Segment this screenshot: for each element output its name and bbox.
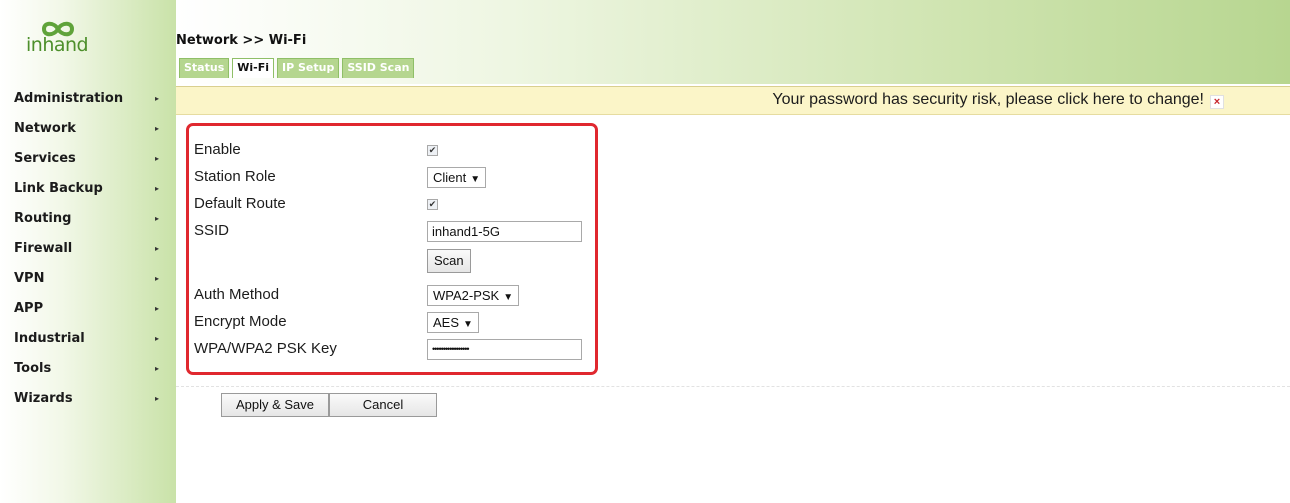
sidebar-item-label: Wizards [14, 391, 73, 406]
tab-ip-setup[interactable]: IP Setup [277, 58, 340, 78]
security-warning-link[interactable]: Your password has security risk, please … [772, 91, 1204, 109]
station-role-value: Client [433, 170, 467, 185]
auth-method-label: Auth Method [194, 286, 280, 303]
chevron-down-icon: ▼ [503, 292, 514, 303]
sidebar-item-label: VPN [14, 271, 45, 286]
enable-row: Enable ✔ [194, 136, 594, 162]
tab-bar: Status Wi-Fi IP Setup SSID Scan [179, 58, 417, 78]
security-warning-banner: Your password has security risk, please … [176, 86, 1290, 115]
main-menu: Administration ▸ Network ▸ Services ▸ Link … [0, 86, 176, 416]
ssid-input[interactable]: inhand1-5G [427, 221, 582, 242]
sidebar-item-administration[interactable]: Administration ▸ [0, 86, 176, 116]
sidebar-item-industrial[interactable]: Industrial ▸ [0, 326, 176, 356]
sidebar-item-app[interactable]: APP ▸ [0, 296, 176, 326]
chevron-right-icon: ▸ [155, 304, 160, 313]
sidebar-item-firewall[interactable]: Firewall ▸ [0, 236, 176, 266]
sidebar-item-label: Services [14, 151, 76, 166]
chevron-right-icon: ▸ [155, 184, 160, 193]
sidebar-item-label: Firewall [14, 241, 73, 256]
chevron-right-icon: ▸ [155, 394, 160, 403]
chevron-down-icon: ▼ [470, 174, 481, 185]
default-route-row: Default Route ✔ [194, 190, 594, 216]
sidebar-item-label: Industrial [14, 331, 85, 346]
psk-key-input[interactable]: ••••••••••••••••• [427, 339, 582, 360]
tab-wifi[interactable]: Wi-Fi [232, 58, 275, 78]
sidebar-item-network[interactable]: Network ▸ [0, 116, 176, 146]
encrypt-mode-label: Encrypt Mode [194, 313, 287, 330]
close-icon[interactable]: × [1210, 95, 1224, 109]
sidebar-item-routing[interactable]: Routing ▸ [0, 206, 176, 236]
enable-label: Enable [194, 141, 241, 158]
encrypt-mode-select[interactable]: AES ▼ [427, 312, 479, 333]
chevron-right-icon: ▸ [155, 124, 160, 133]
sidebar-item-wizards[interactable]: Wizards ▸ [0, 386, 176, 416]
sidebar-item-label: Network [14, 121, 76, 136]
ssid-label: SSID [194, 222, 230, 239]
auth-method-value: WPA2-PSK [433, 288, 500, 303]
tab-ssid-scan[interactable]: SSID Scan [342, 58, 415, 78]
sidebar: inhand Administration ▸ Network ▸ Services… [0, 0, 176, 503]
chevron-right-icon: ▸ [155, 214, 160, 223]
auth-method-select[interactable]: WPA2-PSK ▼ [427, 285, 520, 306]
ssid-row: SSID inhand1-5G [194, 217, 594, 243]
sidebar-item-label: Link Backup [14, 181, 103, 196]
sidebar-item-label: Administration [14, 91, 124, 106]
default-route-checkbox[interactable]: ✔ [427, 199, 438, 210]
apply-save-button[interactable]: Apply & Save [221, 393, 329, 417]
divider [176, 386, 1290, 387]
sidebar-item-label: Tools [14, 361, 52, 376]
sidebar-item-label: APP [14, 301, 44, 316]
encrypt-mode-row: Encrypt Mode AES ▼ [194, 308, 594, 334]
scan-button[interactable]: Scan [427, 249, 471, 273]
inhand-logo: inhand [26, 20, 116, 60]
chevron-right-icon: ▸ [155, 94, 160, 103]
chevron-right-icon: ▸ [155, 334, 160, 343]
psk-key-label: WPA/WPA2 PSK Key [194, 340, 337, 357]
scan-row: Scan [194, 249, 594, 275]
chevron-right-icon: ▸ [155, 244, 160, 253]
sidebar-item-link-backup[interactable]: Link Backup ▸ [0, 176, 176, 206]
chevron-down-icon: ▼ [463, 319, 473, 330]
station-role-select[interactable]: Client ▼ [427, 167, 487, 188]
chevron-right-icon: ▸ [155, 274, 160, 283]
station-role-label: Station Role [194, 168, 276, 185]
breadcrumb: Network >> Wi-Fi [176, 33, 307, 48]
chevron-right-icon: ▸ [155, 154, 160, 163]
station-role-row: Station Role Client ▼ [194, 163, 594, 189]
cancel-button[interactable]: Cancel [329, 393, 437, 417]
sidebar-item-tools[interactable]: Tools ▸ [0, 356, 176, 386]
psk-key-row: WPA/WPA2 PSK Key ••••••••••••••••• [194, 335, 594, 361]
enable-checkbox[interactable]: ✔ [427, 145, 438, 156]
sidebar-item-label: Routing [14, 211, 72, 226]
sidebar-item-services[interactable]: Services ▸ [0, 146, 176, 176]
default-route-label: Default Route [194, 195, 286, 212]
auth-method-row: Auth Method WPA2-PSK ▼ [194, 281, 594, 307]
page-header: Network >> Wi-Fi Status Wi-Fi IP Setup S… [176, 0, 1290, 84]
tab-status[interactable]: Status [179, 58, 230, 78]
sidebar-item-vpn[interactable]: VPN ▸ [0, 266, 176, 296]
logo-text: inhand [26, 34, 89, 56]
chevron-right-icon: ▸ [155, 364, 160, 373]
encrypt-mode-value: AES [433, 315, 460, 330]
